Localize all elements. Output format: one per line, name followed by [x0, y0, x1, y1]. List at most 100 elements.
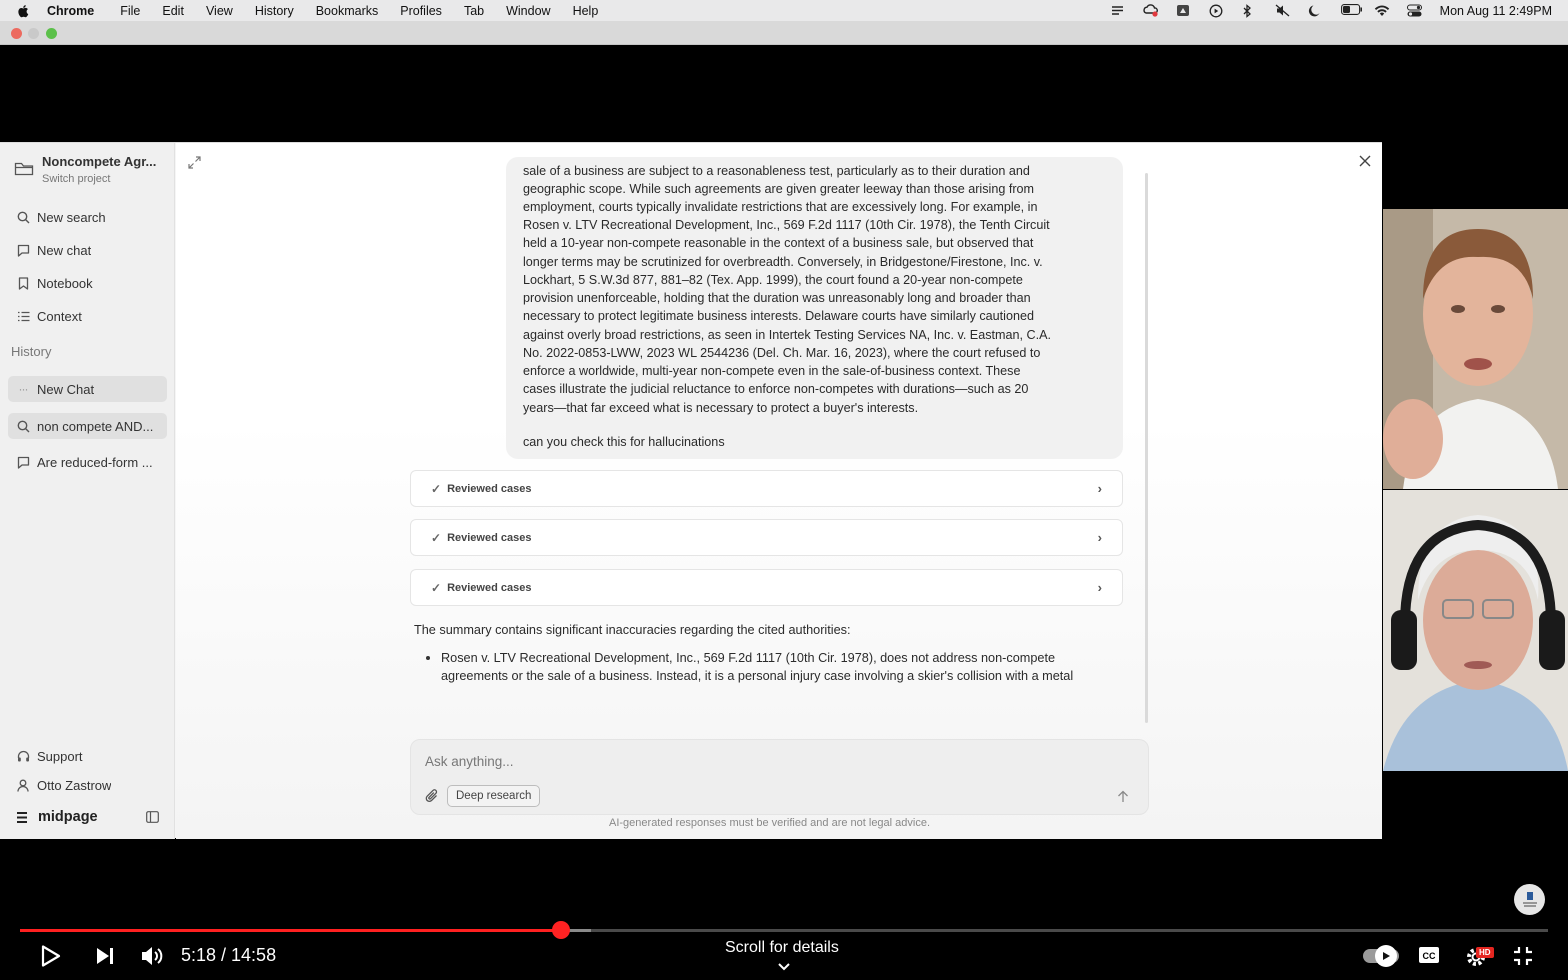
sidebar-item-new-chat[interactable]: New chat — [8, 237, 167, 263]
sidebar-item-context[interactable]: Context — [8, 303, 167, 329]
step-label: Reviewed cases — [447, 581, 532, 594]
wifi-icon[interactable] — [1374, 4, 1389, 17]
menu-app-name[interactable]: Chrome — [47, 4, 94, 18]
folder-icon — [14, 162, 34, 176]
chevron-right-icon: › — [1097, 530, 1102, 545]
creative-cloud-icon[interactable] — [1143, 4, 1158, 17]
sidebar-item-user[interactable]: Otto Zastrow — [8, 772, 167, 798]
progress-played — [20, 929, 561, 932]
chat-input[interactable]: Ask anything... — [425, 754, 514, 769]
mute-icon[interactable] — [1275, 4, 1290, 17]
search-icon — [16, 210, 30, 224]
play-icon[interactable] — [40, 944, 62, 968]
expand-icon[interactable] — [188, 156, 201, 169]
next-icon[interactable] — [94, 946, 116, 966]
check-icon: ✓ — [431, 530, 442, 545]
sidebar-item-label: New chat — [37, 242, 92, 258]
chat-scrollbar[interactable] — [1145, 173, 1148, 723]
message-line: necessary to protect legitimate business… — [523, 309, 1034, 323]
deep-research-toggle[interactable]: Deep research — [447, 785, 541, 807]
chevron-down-icon[interactable] — [777, 962, 791, 972]
reviewed-cases-step[interactable]: ✓ Reviewed cases › — [410, 470, 1123, 507]
window-titlebar — [0, 21, 1568, 45]
chevron-right-icon: › — [1097, 580, 1102, 595]
menu-profiles[interactable]: Profiles — [400, 4, 442, 18]
check-icon: ✓ — [431, 481, 442, 496]
minimize-window-button[interactable] — [28, 28, 39, 39]
reviewed-cases-step[interactable]: ✓ Reviewed cases › — [410, 519, 1123, 556]
time-display: 5:18 / 14:58 — [181, 945, 277, 965]
close-window-button[interactable] — [11, 28, 22, 39]
volume-icon[interactable] — [140, 945, 164, 967]
menu-window[interactable]: Window — [506, 4, 550, 18]
autoplay-toggle[interactable] — [1363, 945, 1399, 967]
brand-name: midpage — [38, 809, 98, 825]
bluetooth-icon[interactable] — [1242, 4, 1257, 18]
menu-help[interactable]: Help — [573, 4, 599, 18]
brand-logo[interactable]: midpage — [16, 809, 98, 825]
send-arrow-icon[interactable] — [1117, 790, 1129, 803]
participant-face-image — [1383, 490, 1568, 771]
scroll-hint[interactable]: Scroll for details — [725, 939, 839, 957]
message-line: enforce a worldwide, multi-year non-comp… — [523, 364, 1021, 378]
message-line: provision unenforceable, holding that th… — [523, 291, 1031, 305]
project-switcher[interactable]: Noncompete Agr... Switch project — [14, 153, 169, 189]
autoplay-knob — [1375, 945, 1397, 967]
progress-scrubber[interactable] — [551, 921, 570, 939]
chat-input-box[interactable]: Ask anything... Deep research — [410, 739, 1149, 815]
control-center-icon[interactable] — [1406, 4, 1422, 17]
sidebar-item-notebook[interactable]: Notebook — [8, 270, 167, 296]
menu-edit[interactable]: Edit — [162, 4, 184, 18]
participant-video-2 — [1383, 490, 1568, 771]
close-icon[interactable] — [1359, 155, 1371, 167]
midpage-app: Noncompete Agr... Switch project New sea… — [0, 142, 1382, 839]
captions-icon[interactable]: CC — [1418, 946, 1440, 964]
history-item-chat[interactable]: Are reduced-form ... — [8, 449, 167, 475]
menu-bookmarks[interactable]: Bookmarks — [316, 4, 379, 18]
midpage-logo-icon — [17, 811, 27, 823]
menu-history[interactable]: History — [255, 4, 294, 18]
bookmark-icon — [16, 276, 30, 290]
history-item-new-chat[interactable]: ··· New Chat — [8, 376, 167, 402]
reviewed-cases-step[interactable]: ✓ Reviewed cases › — [410, 569, 1123, 606]
status-area: Mon Aug 11 2:49PM — [1110, 0, 1552, 21]
search-icon — [16, 419, 30, 433]
channel-logo-icon — [1522, 891, 1537, 907]
sidebar-item-new-search[interactable]: New search — [8, 204, 167, 230]
sidebar-item-label: New search — [37, 209, 106, 225]
message-line: held a 10-year non-compete reasonable in… — [523, 236, 1034, 250]
svg-text:CC: CC — [1423, 951, 1436, 961]
chat-icon — [16, 243, 30, 257]
message-line: employment, courts typically invalidate … — [523, 200, 1038, 214]
history-item-search[interactable]: non compete AND... — [8, 413, 167, 439]
message-line: cases illustrate the judicial reluctance… — [523, 382, 1029, 396]
apple-icon[interactable] — [17, 4, 31, 18]
list-icon[interactable] — [1110, 4, 1125, 17]
message-line: years—that far exceed what is necessary … — [523, 401, 919, 415]
menu-view[interactable]: View — [206, 4, 233, 18]
message-line: No. 2022-0853-LWW, 2023 WL 2544236 (Del.… — [523, 346, 1041, 360]
drive-icon[interactable] — [1176, 4, 1191, 17]
menu-bar: Chrome File Edit View History Bookmarks … — [0, 0, 1568, 21]
message-line: Rosen v. LTV Recreational Development, I… — [523, 218, 1050, 232]
check-icon: ✓ — [431, 580, 442, 595]
chat-icon — [16, 455, 30, 469]
zoom-window-button[interactable] — [46, 28, 57, 39]
channel-watermark[interactable] — [1514, 884, 1545, 915]
collapse-sidebar-icon[interactable] — [146, 811, 159, 823]
sidebar: Noncompete Agr... Switch project New sea… — [0, 143, 175, 839]
exit-fullscreen-icon[interactable] — [1513, 946, 1533, 966]
play-circle-icon[interactable] — [1209, 4, 1224, 18]
menu-file[interactable]: File — [120, 4, 140, 18]
sidebar-item-support[interactable]: Support — [8, 743, 167, 769]
battery-icon[interactable] — [1340, 4, 1362, 17]
menubar-clock[interactable]: Mon Aug 11 2:49PM — [1440, 4, 1552, 18]
disclaimer: AI-generated responses must be verified … — [609, 817, 931, 829]
menu-tab[interactable]: Tab — [464, 4, 484, 18]
moon-icon[interactable] — [1308, 4, 1323, 17]
chat-main: sale of a business are subject to a reas… — [176, 143, 1382, 839]
step-label: Reviewed cases — [447, 482, 532, 495]
paperclip-icon[interactable] — [425, 788, 439, 804]
message-line: sale of a business are subject to a reas… — [523, 164, 1030, 178]
participant-face-image — [1383, 209, 1568, 489]
